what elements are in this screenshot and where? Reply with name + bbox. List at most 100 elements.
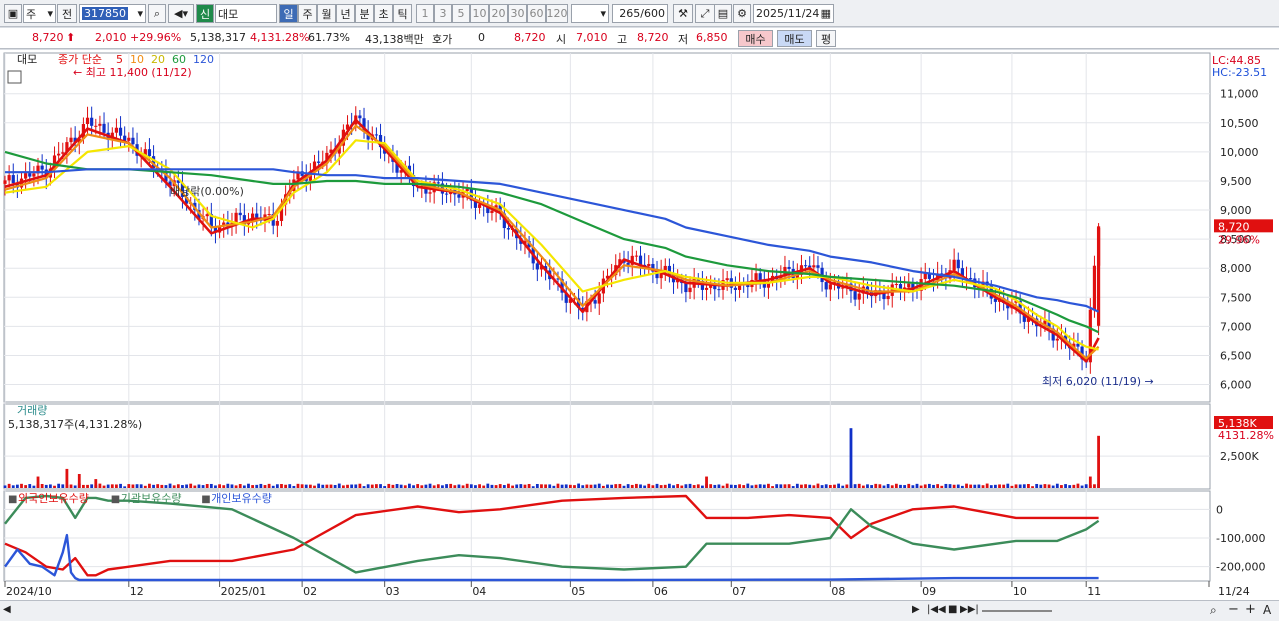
volume-bar bbox=[540, 484, 543, 488]
volume-bar bbox=[441, 485, 444, 488]
stock-name-input[interactable]: 대모 bbox=[215, 4, 277, 23]
interval-button-20[interactable]: 20 bbox=[489, 4, 508, 23]
avg-button[interactable]: 평 bbox=[816, 30, 836, 47]
candle-body bbox=[725, 278, 729, 281]
period-button-5[interactable]: 초 bbox=[374, 4, 393, 23]
zoom-slider[interactable] bbox=[982, 610, 1052, 612]
volume-bar bbox=[453, 485, 457, 488]
buy-button[interactable]: 매수 bbox=[738, 30, 773, 47]
candle-body bbox=[647, 263, 651, 267]
window-icon[interactable]: ▣ bbox=[4, 4, 22, 23]
volume-bar bbox=[837, 483, 840, 488]
volume-bar bbox=[808, 484, 812, 488]
interval-button-10[interactable]: 10 bbox=[470, 4, 489, 23]
volume-bar bbox=[288, 484, 292, 488]
x-tick-label: 09 bbox=[922, 585, 936, 598]
period-button-0[interactable]: 일 bbox=[279, 4, 298, 23]
grid-toggle-icon bbox=[7, 70, 22, 84]
volume-bar bbox=[1084, 484, 1088, 488]
listing-badge: 신 bbox=[196, 4, 214, 23]
search-icon[interactable]: ⌕ bbox=[148, 4, 166, 23]
volume-bar bbox=[634, 483, 638, 488]
interval-button-60[interactable]: 60 bbox=[527, 4, 546, 23]
volume-bar bbox=[482, 485, 486, 488]
line-tool-icon[interactable]: ⤢ bbox=[695, 4, 715, 23]
ma-legend-period: 10 bbox=[130, 53, 144, 66]
volume-bar bbox=[259, 483, 263, 488]
volume-bar bbox=[222, 485, 226, 488]
volume-bar bbox=[544, 484, 547, 488]
price-tick-label: 9,500 bbox=[1220, 175, 1252, 188]
volume-bar bbox=[106, 484, 110, 488]
candle-body bbox=[465, 188, 469, 192]
volume-bar bbox=[391, 484, 395, 488]
volume-bar bbox=[874, 483, 878, 488]
x-tick-label: 2024/10 bbox=[6, 585, 52, 598]
period-button-6[interactable]: 틱 bbox=[393, 4, 412, 23]
code-input[interactable]: 317850 ▾ bbox=[79, 4, 146, 23]
date-field[interactable]: 2025/11/24 ▦ bbox=[753, 4, 834, 23]
scroll-bar[interactable]: ◀ ▶ |◀◀ ■ ▶▶| − + A ⌕ bbox=[0, 600, 1279, 621]
volume-bar bbox=[597, 483, 601, 488]
x-tick-label: 02 bbox=[303, 585, 317, 598]
font-size-icon[interactable]: A bbox=[1263, 603, 1271, 617]
sell-button[interactable]: 매도 bbox=[777, 30, 812, 47]
period-button-4[interactable]: 분 bbox=[355, 4, 374, 23]
volume-bar bbox=[787, 484, 791, 488]
candle-body bbox=[205, 214, 209, 217]
holders-legend-item: 외국인보유수량 bbox=[18, 492, 89, 505]
open-value: 7,010 bbox=[576, 31, 608, 44]
volume-bar bbox=[366, 484, 370, 488]
last-pct-label: 29.96% bbox=[1218, 233, 1260, 246]
volume-bar bbox=[771, 486, 774, 488]
interval-button-1[interactable]: 1 bbox=[416, 4, 434, 23]
volume-bar bbox=[1076, 483, 1080, 488]
candle-body bbox=[114, 127, 119, 133]
save-icon[interactable]: ▤ bbox=[714, 4, 732, 23]
search-icon[interactable]: ⌕ bbox=[1210, 603, 1217, 618]
volume-bar bbox=[622, 485, 626, 488]
interval-dropdown[interactable]: ▾ bbox=[571, 4, 609, 23]
volume-bar bbox=[1031, 486, 1034, 488]
period-button-3[interactable]: 년 bbox=[336, 4, 355, 23]
last-icon[interactable]: ▶▶| bbox=[960, 604, 979, 615]
stop-icon[interactable]: ■ bbox=[948, 604, 957, 615]
volume-bar bbox=[280, 484, 283, 488]
scroll-right-icon[interactable]: ▶ bbox=[912, 604, 920, 615]
volume-bar bbox=[1022, 484, 1026, 488]
volume-bar bbox=[894, 483, 898, 488]
volume-bar bbox=[205, 484, 209, 488]
volume-bar bbox=[729, 484, 733, 488]
scroll-left-icon[interactable]: ◀ bbox=[3, 604, 11, 615]
volume-bar bbox=[1018, 484, 1022, 488]
interval-button-30[interactable]: 30 bbox=[508, 4, 527, 23]
chart-tool-icon[interactable]: ⚒ bbox=[673, 4, 693, 23]
volume-bar bbox=[1093, 484, 1096, 488]
interval-button-5[interactable]: 5 bbox=[452, 4, 470, 23]
high-value: 8,720 bbox=[637, 31, 669, 44]
volume-bar bbox=[3, 485, 7, 488]
interval-button-120[interactable]: 120 bbox=[546, 4, 568, 23]
interval-button-3[interactable]: 3 bbox=[434, 4, 452, 23]
candle-body bbox=[11, 175, 15, 184]
prev-button[interactable]: 전 bbox=[57, 4, 77, 23]
gear-icon[interactable]: ⚙ bbox=[733, 4, 751, 23]
volume-last-pct: 4131.28% bbox=[1218, 429, 1274, 442]
count-field[interactable]: 265/600 bbox=[612, 4, 668, 23]
period-button-1[interactable]: 주 bbox=[298, 4, 317, 23]
first-icon[interactable]: |◀◀ bbox=[927, 604, 946, 615]
candle-body bbox=[626, 262, 630, 265]
volume-bar bbox=[812, 485, 816, 488]
volume-bar bbox=[251, 485, 255, 488]
zoom-in-icon[interactable]: + bbox=[1245, 602, 1256, 617]
period-button-2[interactable]: 월 bbox=[317, 4, 336, 23]
stock-chart[interactable]: 11,00010,50010,0009,5009,0008,5008,0007,… bbox=[0, 50, 1279, 600]
volume-bar bbox=[989, 485, 993, 488]
zoom-out-icon[interactable]: − bbox=[1228, 602, 1239, 617]
speaker-icon[interactable]: ◀▾ bbox=[168, 4, 194, 23]
chart-area[interactable]: 11,000 10,500 10,000 9,500 9,000 8,500 8,000 7,… bbox=[0, 50, 1279, 600]
market-select[interactable]: 주 ▾ bbox=[23, 4, 56, 23]
candle-body bbox=[32, 173, 36, 177]
volume-bar bbox=[218, 484, 221, 488]
volume-bar bbox=[242, 485, 246, 488]
